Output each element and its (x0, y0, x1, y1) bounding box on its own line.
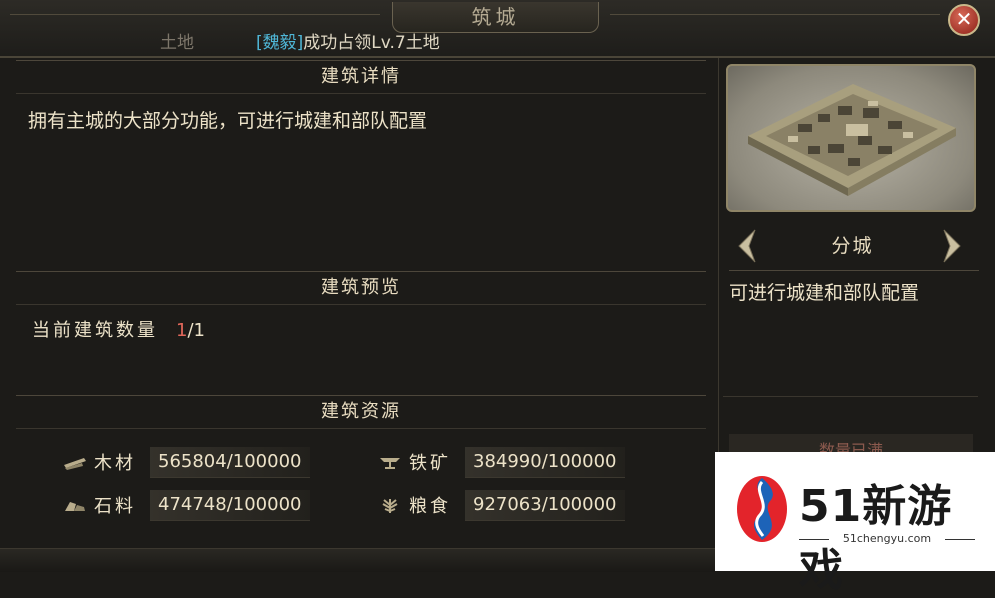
building-select-panel: 分城 可进行城建和部队配置 数量已满 (718, 58, 986, 498)
watermark-url: 51chengyu.com (799, 532, 975, 545)
divider (729, 270, 979, 271)
brand-logo-icon (737, 476, 787, 542)
title-divider-right (610, 14, 940, 15)
title-bar: 筑城 ✕ 土地 [魏毅]成功占领Lv.7土地 (0, 0, 995, 58)
page-title: 筑城 (392, 2, 599, 33)
resource-grain: 粮食 927063/100000 (377, 488, 625, 522)
bottom-frame (0, 548, 715, 572)
close-icon: ✕ (955, 7, 973, 31)
notice-message: [魏毅]成功占领Lv.7土地 (256, 32, 440, 54)
building-preview-image (726, 64, 976, 212)
grain-icon (377, 495, 403, 515)
resource-wood: 木材 565804/100000 (62, 445, 310, 479)
resources-heading: 建筑资源 (16, 395, 706, 429)
iron-ore-icon (377, 452, 403, 472)
wood-icon (62, 452, 88, 472)
notice-text: 成功占领Lv.7土地 (303, 33, 440, 53)
building-count: 当前建筑数量 1/1 (32, 316, 205, 342)
resource-name: 铁矿 (409, 453, 451, 474)
count-current: 1 (176, 320, 188, 341)
details-description: 拥有主城的大部分功能，可进行城建和部队配置 (28, 110, 428, 132)
resource-value: 474748/100000 (150, 489, 310, 521)
resource-value: 384990/100000 (465, 446, 625, 478)
details-heading: 建筑详情 (16, 60, 706, 94)
count-label: 当前建筑数量 (32, 320, 158, 341)
count-total: /1 (187, 320, 205, 341)
next-arrow-icon[interactable] (942, 228, 964, 264)
notice-tag: [魏毅] (256, 33, 304, 53)
stone-icon (62, 495, 88, 515)
resource-name: 石料 (94, 496, 136, 517)
building-info-panel: 建筑详情 拥有主城的大部分功能，可进行城建和部队配置 建筑预览 当前建筑数量 1/… (16, 60, 706, 550)
title-divider-left (10, 14, 380, 15)
watermark: 51新游戏 51chengyu.com (715, 452, 995, 596)
close-button[interactable]: ✕ (948, 4, 980, 36)
resource-iron: 铁矿 384990/100000 (377, 445, 625, 479)
resource-value: 565804/100000 (150, 446, 310, 478)
resource-stone: 石料 474748/100000 (62, 488, 310, 522)
preview-heading: 建筑预览 (16, 271, 706, 305)
resource-value: 927063/100000 (465, 489, 625, 521)
resource-name: 木材 (94, 453, 136, 474)
building-selector: 分城 (719, 224, 986, 268)
city-illustration (748, 84, 956, 196)
divider (723, 396, 978, 397)
resource-name: 粮食 (409, 496, 451, 517)
building-description: 可进行城建和部队配置 (729, 282, 920, 304)
notice-prefix: 土地 (160, 33, 194, 53)
